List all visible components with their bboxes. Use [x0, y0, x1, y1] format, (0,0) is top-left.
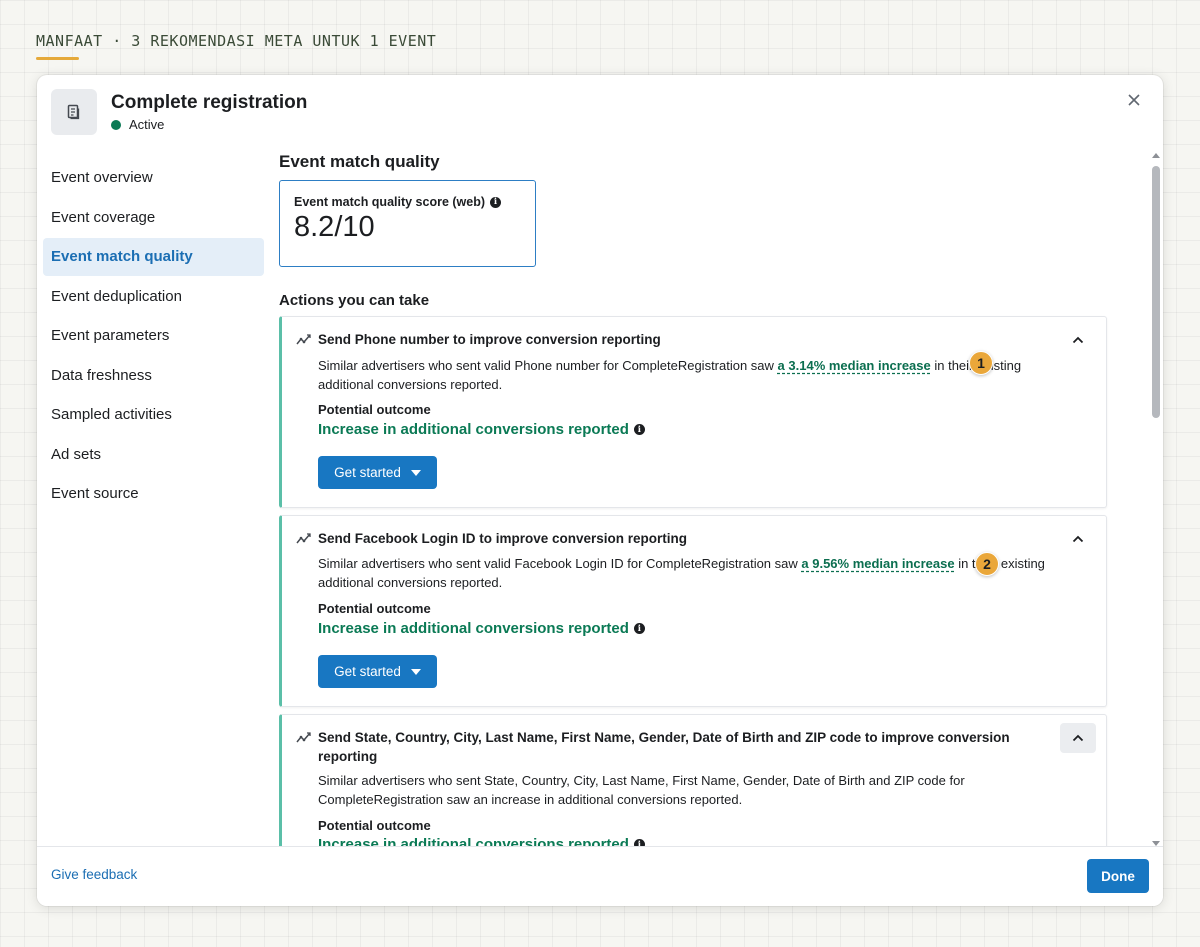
median-increase-link[interactable]: a 3.14% median increase	[778, 358, 931, 373]
info-icon[interactable]: i	[490, 196, 502, 208]
trend-icon	[296, 732, 311, 743]
outcome-value-text: Increase in additional conversions repor…	[318, 836, 629, 846]
card-description: Similar advertisers who sent valid Faceb…	[318, 554, 1058, 592]
annotation-marker: 2	[975, 552, 999, 576]
annotation-marker: 1	[969, 351, 993, 375]
give-feedback-link[interactable]: Give feedback	[51, 867, 137, 882]
collapse-button[interactable]	[1060, 524, 1096, 554]
card-title: Send Phone number to improve conversion …	[318, 332, 661, 347]
sidebar-item-ad-sets[interactable]: Ad sets	[43, 436, 264, 474]
sidebar-item-event-coverage[interactable]: Event coverage	[43, 199, 264, 237]
main-content: Event match quality Event match quality …	[279, 149, 1151, 846]
trend-icon	[296, 334, 311, 345]
outcome-value: Increase in additional conversions repor…	[318, 620, 645, 637]
trend-icon	[296, 533, 311, 544]
caret-down-icon	[410, 668, 421, 675]
document-icon	[51, 89, 97, 135]
section-title: Event match quality	[279, 152, 440, 171]
action-card-contact-info: Send State, Country, City, Last Name, Fi…	[279, 714, 1107, 846]
info-icon[interactable]: i	[633, 424, 645, 435]
sidebar-item-event-deduplication[interactable]: Event deduplication	[43, 278, 264, 316]
outcome-value: Increase in additional conversions repor…	[318, 421, 645, 438]
modal-footer: Give feedback Done	[37, 846, 1163, 906]
heading-underline	[36, 57, 79, 60]
outcome-label: Potential outcome	[318, 601, 431, 616]
status-text: Active	[129, 117, 165, 132]
card-title: Send Facebook Login ID to improve conver…	[318, 531, 688, 546]
action-card-phone: Send Phone number to improve conversion …	[279, 316, 1107, 508]
modal-title: Complete registration	[111, 92, 308, 113]
card-description: Similar advertisers who sent State, Coun…	[318, 773, 965, 807]
score-card: Event match quality score (web) i 8.2/10	[279, 180, 536, 267]
collapse-button[interactable]	[1060, 723, 1096, 753]
done-button[interactable]: Done	[1087, 859, 1149, 893]
sidebar-item-data-freshness[interactable]: Data freshness	[43, 357, 264, 395]
info-icon[interactable]: i	[633, 623, 645, 634]
event-details-modal: Complete registration Active Event overv…	[37, 75, 1163, 906]
chevron-up-icon	[1072, 734, 1084, 742]
modal-header: Complete registration Active	[51, 89, 307, 135]
sidebar-item-sampled-activities[interactable]: Sampled activities	[43, 396, 264, 434]
get-started-label: Get started	[334, 465, 401, 480]
status-dot	[111, 119, 121, 130]
content-scrollbar[interactable]	[1149, 153, 1163, 846]
sidebar-item-event-parameters[interactable]: Event parameters	[43, 317, 264, 355]
get-started-button[interactable]: Get started	[318, 456, 437, 489]
sidebar-item-event-source[interactable]: Event source	[43, 475, 264, 513]
heading-tag: MANFAAT · 3 REKOMENDASI META UNTUK 1 EVE…	[36, 32, 437, 50]
score-label: Event match quality score (web) i	[294, 195, 521, 209]
collapse-button[interactable]	[1060, 325, 1096, 355]
outcome-value: Increase in additional conversions repor…	[318, 836, 645, 846]
info-icon[interactable]: i	[633, 839, 645, 846]
scroll-thumb[interactable]	[1152, 166, 1160, 418]
action-card-facebook-login: Send Facebook Login ID to improve conver…	[279, 515, 1107, 707]
card-title: Send State, Country, City, Last Name, Fi…	[318, 730, 1010, 764]
sidebar-nav: Event overview Event coverage Event matc…	[43, 159, 264, 515]
card-desc-before: Similar advertisers who sent valid Faceb…	[318, 556, 802, 571]
outcome-label: Potential outcome	[318, 402, 431, 417]
caret-down-icon	[410, 469, 421, 476]
outcome-label: Potential outcome	[318, 818, 431, 833]
median-increase-link[interactable]: a 9.56% median increase	[801, 556, 954, 571]
sidebar-item-event-overview[interactable]: Event overview	[43, 159, 264, 197]
card-description: Similar advertisers who sent valid Phone…	[318, 356, 1058, 394]
card-desc-before: Similar advertisers who sent valid Phone…	[318, 358, 778, 373]
scroll-up-arrow-icon[interactable]	[1152, 153, 1160, 158]
chevron-up-icon	[1072, 535, 1084, 543]
close-button[interactable]	[1123, 89, 1145, 111]
actions-title: Actions you can take	[279, 292, 430, 309]
status-badge: Active	[111, 117, 307, 132]
get-started-label: Get started	[334, 664, 401, 679]
outcome-value-text: Increase in additional conversions repor…	[318, 620, 629, 637]
score-value: 8.2/10	[294, 211, 375, 243]
close-icon	[1128, 94, 1140, 106]
get-started-button[interactable]: Get started	[318, 655, 437, 688]
sidebar-item-event-match-quality[interactable]: Event match quality	[43, 238, 264, 276]
score-label-text: Event match quality score (web)	[294, 195, 486, 209]
outcome-value-text: Increase in additional conversions repor…	[318, 421, 629, 438]
chevron-up-icon	[1072, 336, 1084, 344]
